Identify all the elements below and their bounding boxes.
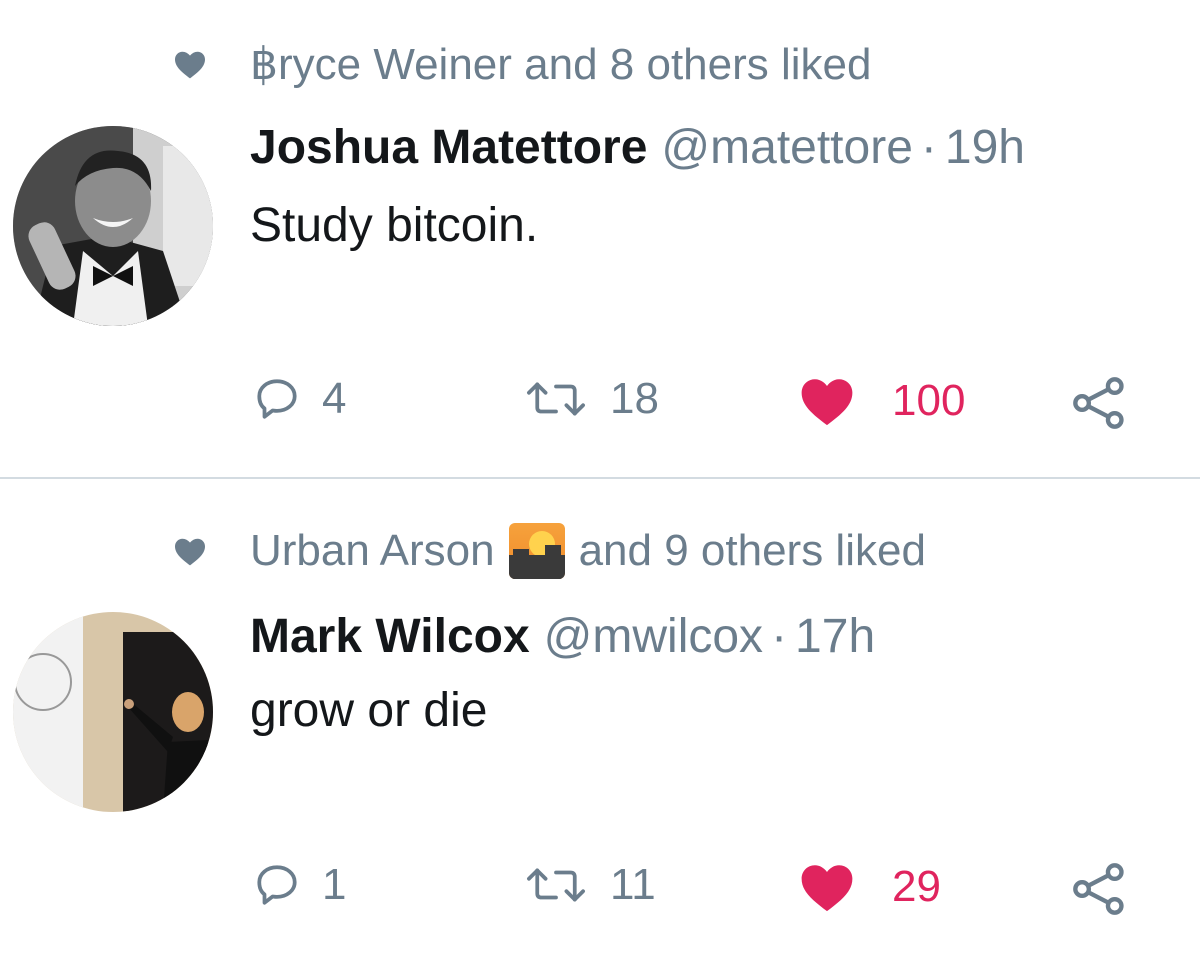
tweet-header: Joshua Matettore @matettore · 19h	[250, 120, 1025, 176]
reply-icon	[257, 865, 297, 905]
avatar-image	[13, 612, 213, 812]
liker-name[interactable]: Urban Arson	[250, 526, 495, 576]
like-button[interactable]: 29	[798, 860, 941, 914]
author-name[interactable]: Joshua Matettore	[250, 121, 647, 174]
social-context: Urban Arson and 9 others liked	[172, 523, 926, 579]
like-button[interactable]: 100	[798, 374, 965, 428]
timestamp[interactable]: 19h	[945, 121, 1025, 174]
separator-dot: ·	[771, 610, 788, 663]
social-context: ฿ryce Weiner and 8 others liked	[172, 40, 871, 89]
tweet-header: Mark Wilcox @mwilcox · 17h	[250, 609, 875, 665]
heart-icon	[801, 865, 853, 912]
reply-icon	[257, 379, 297, 419]
separator-dot: ·	[920, 121, 937, 174]
heart-icon	[801, 379, 853, 426]
tweet-text: Study bitcoin.	[250, 199, 539, 252]
retweet-button[interactable]: 18	[522, 374, 659, 424]
timestamp[interactable]: 17h	[795, 610, 875, 663]
author-handle[interactable]: @mwilcox	[544, 610, 763, 663]
reply-button[interactable]: 4	[252, 374, 346, 424]
like-count: 100	[892, 376, 966, 425]
share-button[interactable]	[1070, 860, 1128, 918]
author-name[interactable]: Mark Wilcox	[250, 610, 530, 663]
share-icon	[1073, 863, 1124, 915]
tweet[interactable]: ฿ryce Weiner and 8 others liked Joshua M…	[0, 0, 1200, 478]
like-count: 29	[892, 862, 941, 911]
tweet[interactable]: Urban Arson and 9 others liked Mark Wilc…	[0, 479, 1200, 961]
heart-icon	[175, 51, 205, 79]
avatar[interactable]	[13, 126, 213, 326]
social-context-suffix: and 9 others liked	[578, 526, 926, 575]
social-context-text[interactable]: Urban Arson and 9 others liked	[250, 523, 926, 579]
author-handle[interactable]: @matettore	[661, 121, 912, 174]
city-sunset-icon	[508, 523, 565, 579]
reply-button[interactable]: 1	[252, 860, 346, 910]
share-button[interactable]	[1070, 374, 1128, 432]
retweet-button[interactable]: 11	[522, 860, 656, 910]
tweet-text: grow or die	[250, 684, 488, 737]
tweet-actions: 1 11 29	[0, 860, 1200, 920]
retweet-icon	[527, 382, 585, 416]
avatar-image	[13, 126, 213, 326]
tweet-actions: 4 18 100	[0, 374, 1200, 434]
retweet-icon	[527, 868, 585, 902]
social-context-text[interactable]: ฿ryce Weiner and 8 others liked	[250, 39, 871, 90]
avatar[interactable]	[13, 612, 213, 812]
reply-count: 4	[322, 374, 347, 423]
share-icon	[1073, 377, 1124, 429]
retweet-count: 11	[610, 860, 656, 909]
retweet-count: 18	[610, 374, 659, 423]
reply-count: 1	[322, 860, 347, 909]
heart-icon	[175, 538, 205, 566]
